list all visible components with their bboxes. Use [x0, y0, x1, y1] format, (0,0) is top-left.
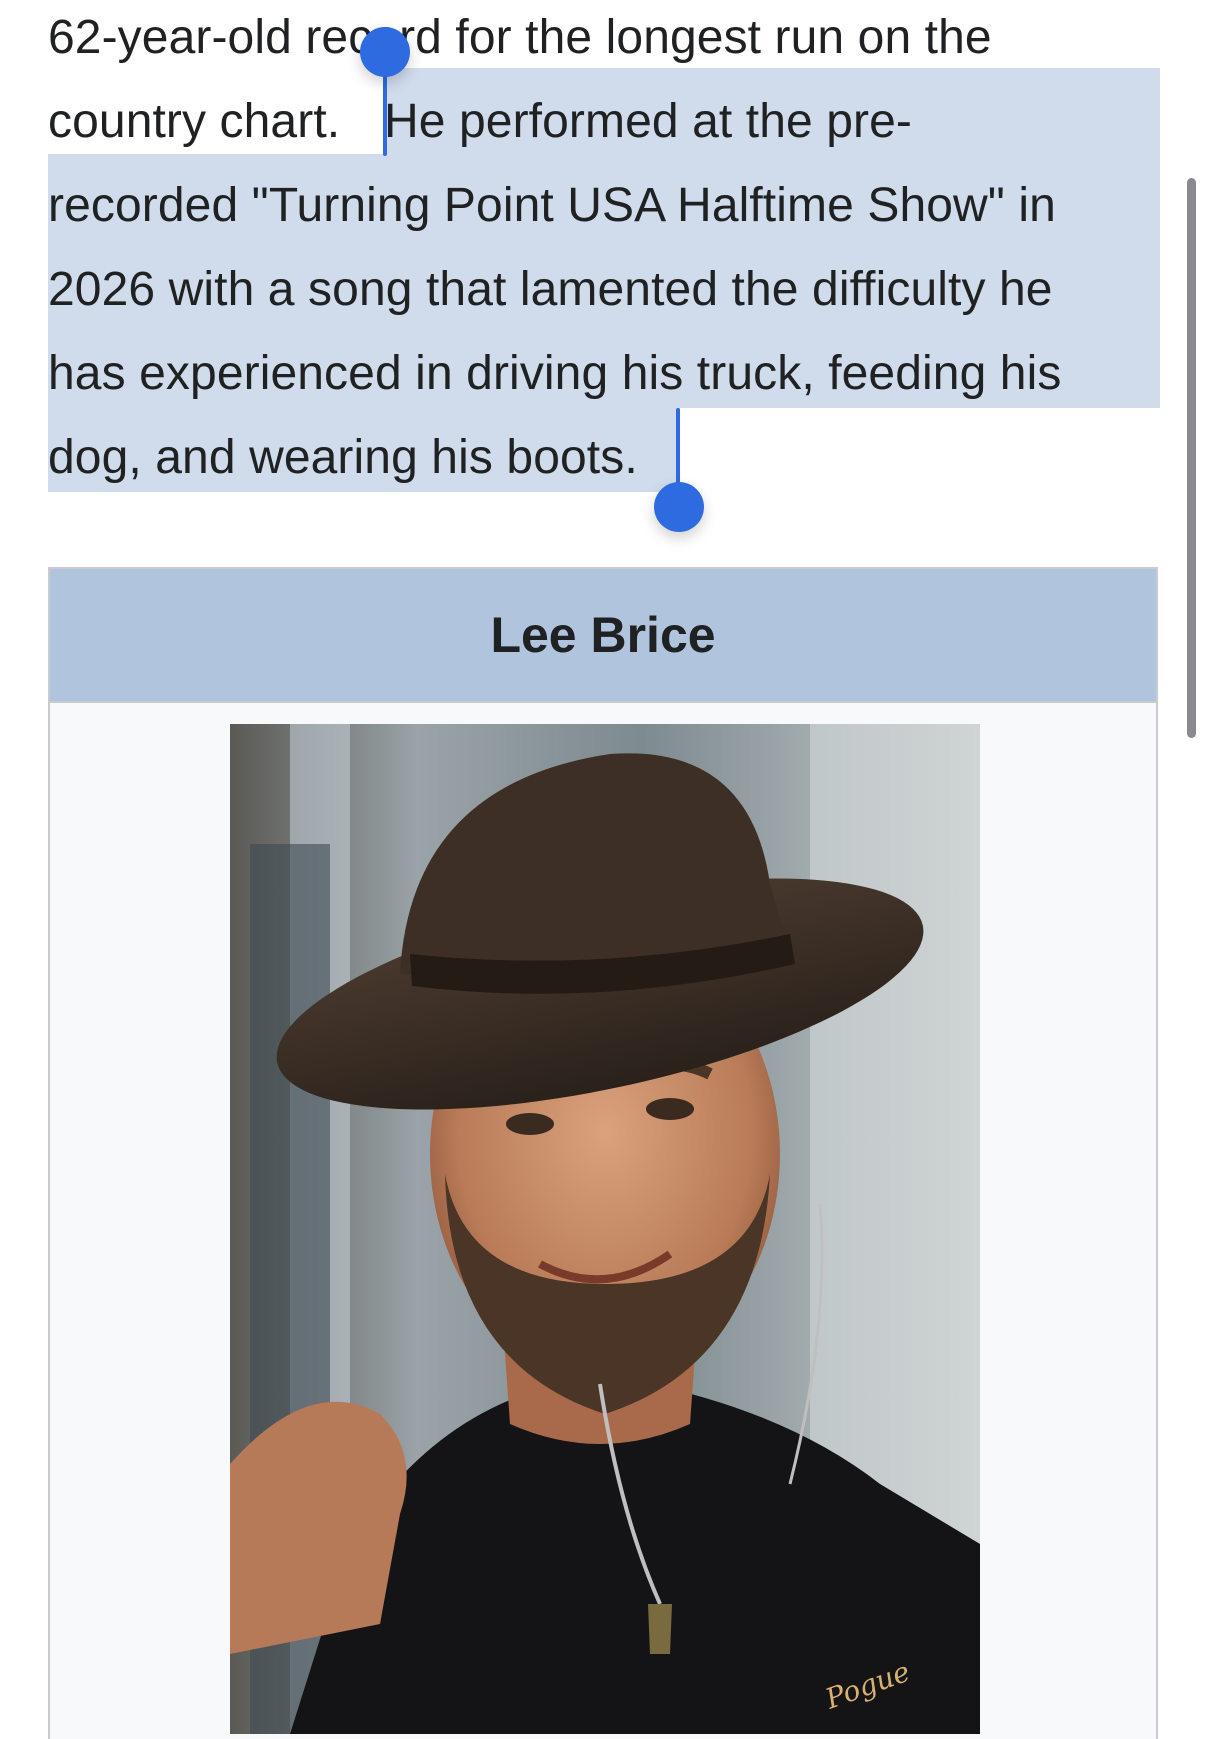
article-line-selected: He performed at the pre-: [384, 95, 912, 148]
selection-start-handle[interactable]: [360, 27, 410, 77]
infobox-photo[interactable]: Pogue: [230, 724, 980, 1734]
article-line-selected: dog, and wearing his boots.: [48, 431, 638, 484]
article-line: country chart.: [48, 95, 341, 148]
article-line: 62-year-old record for the longest run o…: [48, 11, 992, 64]
selection-end-handle[interactable]: [654, 482, 704, 532]
infobox: Lee Brice Pogue: [48, 567, 1158, 1739]
article-line-selected: has experienced in driving his truck, fe…: [48, 347, 1062, 400]
article-line-selected: 2026 with a song that lamented the diffi…: [48, 263, 1053, 316]
page-scrollbar[interactable]: [1187, 178, 1196, 738]
infobox-title: Lee Brice: [50, 569, 1156, 703]
article-line-selected: recorded "Turning Point USA Halftime Sho…: [48, 179, 1056, 232]
